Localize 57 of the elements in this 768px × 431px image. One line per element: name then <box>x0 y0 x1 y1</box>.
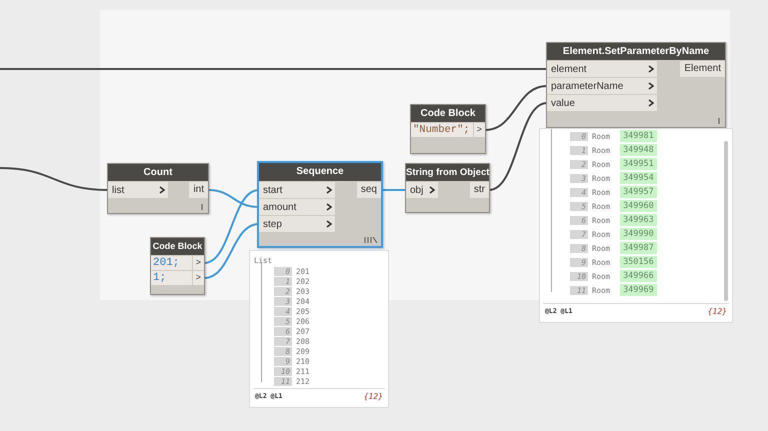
list-value: 349948 <box>620 144 657 156</box>
chevron-icon <box>648 82 654 90</box>
input-port[interactable]: list <box>108 182 168 198</box>
item-count: {12} <box>708 307 727 316</box>
node[interactable]: Code Block "Number"; > <box>410 104 486 154</box>
input-port[interactable]: amount <box>259 199 335 215</box>
chevron-icon <box>326 186 332 194</box>
lacing-icon[interactable] <box>364 237 377 243</box>
node-title[interactable]: Sequence <box>259 163 381 181</box>
input-port[interactable]: start <box>259 182 335 198</box>
node[interactable]: Code Block 201; > 1; > <box>150 237 205 295</box>
list-value: 349966 <box>620 270 657 282</box>
node-title[interactable]: Element.SetParameterByName <box>547 43 725 60</box>
scrollbar[interactable] <box>724 141 728 301</box>
node-title[interactable]: String from Object <box>406 164 489 181</box>
node-title[interactable]: Code Block <box>151 238 204 255</box>
output-port[interactable]: > <box>192 271 204 285</box>
item-count: {12} <box>364 392 383 401</box>
list-value: 349963 <box>620 214 657 226</box>
node[interactable]: Count list int <box>107 163 209 214</box>
input-port[interactable]: parameterName <box>547 78 657 94</box>
chevron-icon <box>159 186 165 194</box>
output-port[interactable]: int <box>189 182 208 198</box>
lacing-icon[interactable] <box>718 118 721 124</box>
output-port[interactable]: seq <box>356 182 381 198</box>
list-value: 349957 <box>620 186 657 198</box>
lacing-icon[interactable] <box>201 204 204 210</box>
code-line[interactable]: "Number"; <box>411 123 472 137</box>
list-value: 349987 <box>620 242 657 254</box>
list-value: 349954 <box>620 172 657 184</box>
chevron-icon <box>648 99 654 107</box>
output-port[interactable]: str <box>470 182 489 198</box>
input-port[interactable]: element <box>547 61 657 77</box>
chevron-icon <box>326 203 332 211</box>
wire[interactable] <box>484 85 548 131</box>
node[interactable]: Sequence start amount step seq <box>257 161 383 248</box>
output-port[interactable]: Element <box>680 61 725 77</box>
list-value: 349960 <box>620 200 657 212</box>
wire[interactable] <box>0 167 108 191</box>
chevron-icon <box>429 186 435 194</box>
list-value: 349951 <box>620 158 657 170</box>
list-value: 350156 <box>620 256 657 268</box>
input-port[interactable]: obj <box>406 182 438 198</box>
list-value: 349969 <box>620 284 657 296</box>
node[interactable]: Element.SetParameterByName element parameterName value Element <box>546 42 726 128</box>
wire[interactable] <box>488 102 548 191</box>
input-port[interactable]: value <box>547 95 657 111</box>
node-title[interactable]: Code Block <box>411 105 485 122</box>
node[interactable]: String from Object obj str <box>405 163 490 213</box>
output-port[interactable]: > <box>472 123 485 137</box>
output-port[interactable]: > <box>192 256 204 270</box>
list-value: 349981 <box>620 130 657 142</box>
chevron-icon <box>326 220 332 228</box>
input-port[interactable]: step <box>259 216 335 232</box>
chevron-icon <box>648 65 654 73</box>
node-title[interactable]: Count <box>108 164 208 181</box>
list-value: 349990 <box>620 228 657 240</box>
